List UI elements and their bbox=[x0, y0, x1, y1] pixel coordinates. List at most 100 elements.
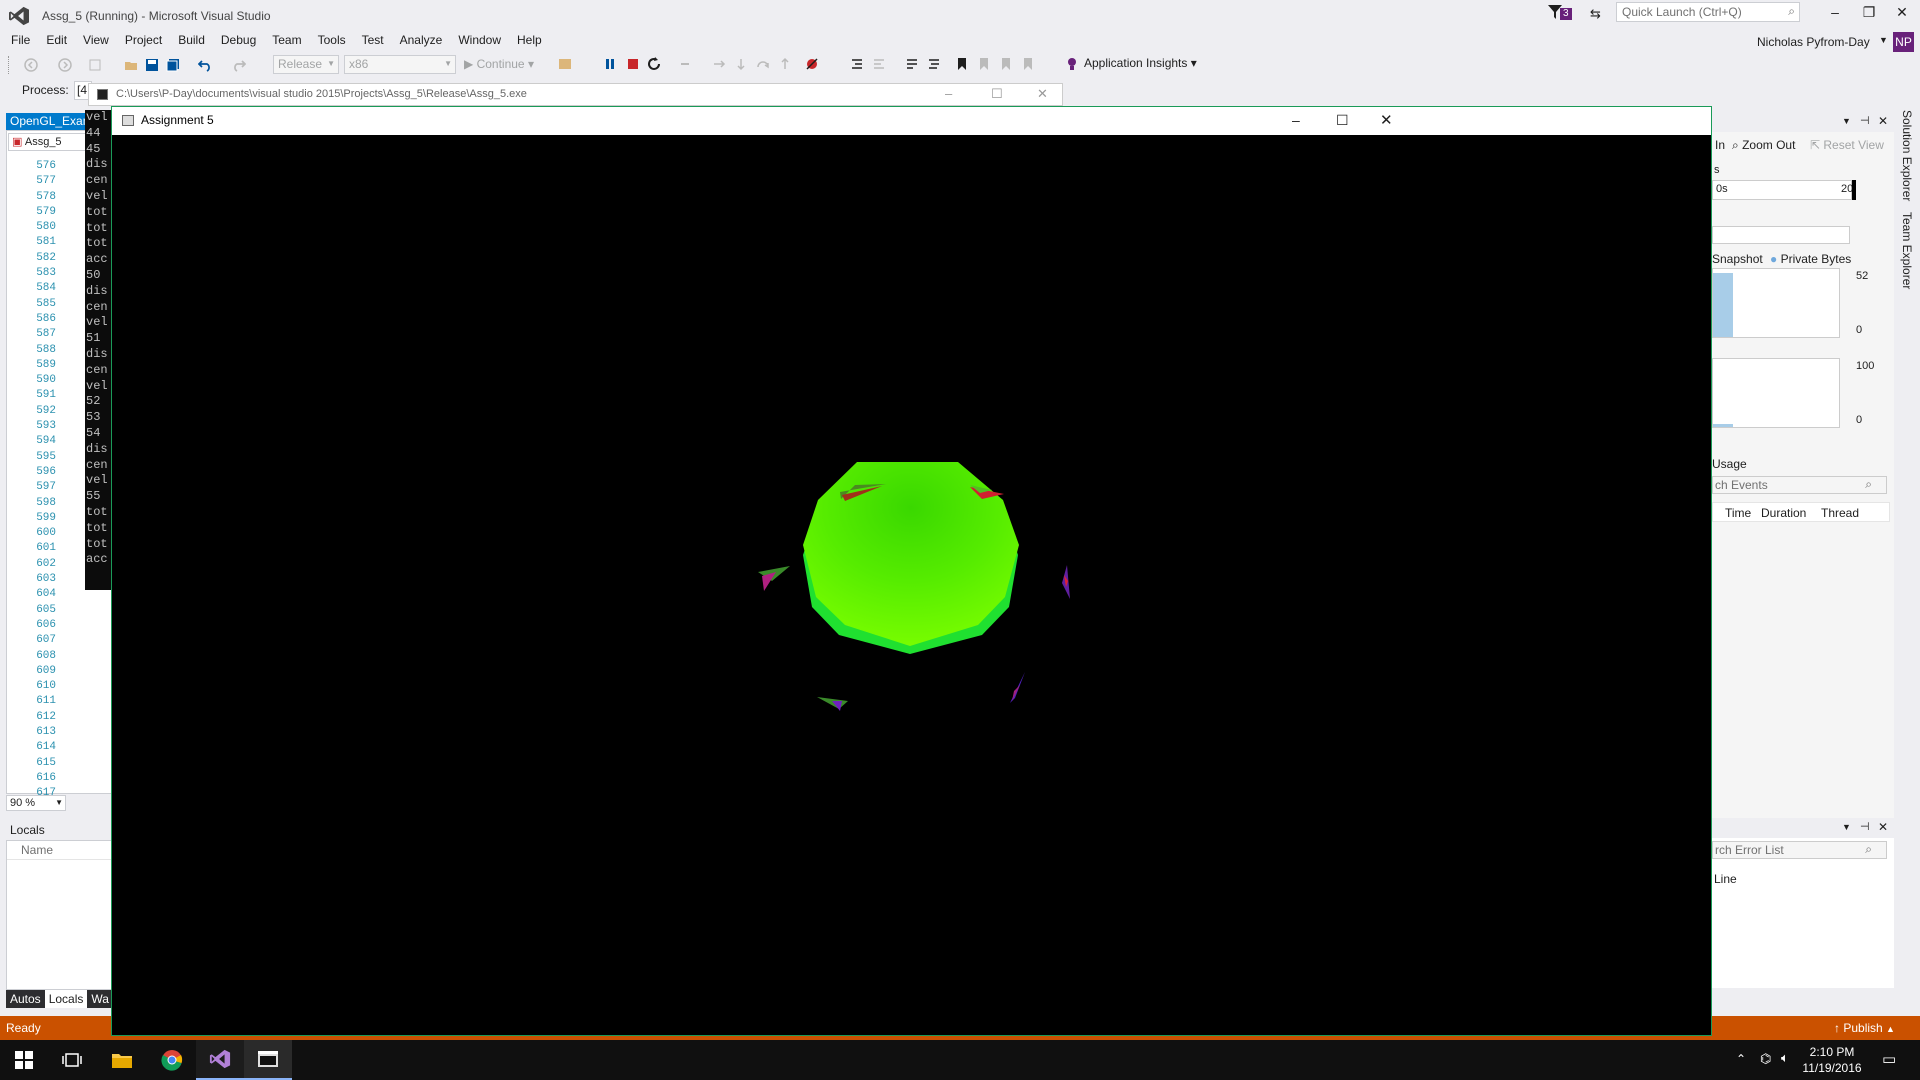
pin-icon[interactable]: ⊣ bbox=[1860, 114, 1870, 127]
prev-bookmark-icon[interactable] bbox=[977, 57, 991, 71]
file-explorer-button[interactable] bbox=[98, 1040, 146, 1080]
line-number: 595 bbox=[36, 450, 56, 463]
stop-debugging-icon[interactable] bbox=[626, 57, 640, 71]
menu-test[interactable]: Test bbox=[354, 30, 392, 50]
clear-bookmarks-icon[interactable] bbox=[1021, 57, 1035, 71]
menu-project[interactable]: Project bbox=[117, 30, 170, 50]
quick-launch-input[interactable]: Quick Launch (Ctrl+Q) ⌕ bbox=[1616, 2, 1800, 22]
tab-autos[interactable]: Autos bbox=[6, 990, 45, 1008]
step-into-icon[interactable] bbox=[712, 57, 726, 71]
app-taskbar-button[interactable] bbox=[244, 1040, 292, 1080]
tab-solution-explorer[interactable]: Solution Explorer bbox=[1900, 110, 1914, 201]
console-line: dis bbox=[86, 283, 108, 298]
column-duration[interactable]: Duration bbox=[1761, 506, 1806, 520]
visual-studio-taskbar-button[interactable] bbox=[196, 1040, 244, 1080]
back-icon[interactable] bbox=[24, 58, 38, 72]
outdent-icon[interactable] bbox=[872, 57, 886, 71]
bookmark-icon[interactable] bbox=[955, 57, 969, 71]
close-icon[interactable]: ✕ bbox=[1878, 820, 1888, 834]
redo-icon[interactable] bbox=[232, 58, 246, 72]
console-maximize-button[interactable]: ☐ bbox=[991, 86, 1003, 102]
timeline-ruler[interactable]: 0s 20 bbox=[1712, 180, 1853, 200]
step-over-icon[interactable] bbox=[734, 57, 748, 71]
close-icon[interactable]: ✕ bbox=[1878, 114, 1888, 128]
avatar[interactable]: NP bbox=[1893, 32, 1914, 52]
app-minimize-button[interactable]: – bbox=[1292, 112, 1300, 128]
pin-icon[interactable]: ⊣ bbox=[1860, 820, 1870, 833]
menu-tools[interactable]: Tools bbox=[310, 30, 354, 50]
step-out-icon[interactable] bbox=[756, 57, 770, 71]
menu-window[interactable]: Window bbox=[450, 30, 509, 50]
zoom-in-button[interactable]: In bbox=[1715, 138, 1725, 152]
volume-icon[interactable]: 🔈︎ bbox=[1781, 1050, 1789, 1066]
debug-target-icon[interactable] bbox=[558, 57, 572, 71]
save-all-icon[interactable] bbox=[166, 58, 180, 72]
menu-file[interactable]: File bbox=[3, 30, 38, 50]
tab-watch[interactable]: Wa bbox=[87, 990, 113, 1008]
dropdown-icon[interactable]: ▼ bbox=[1842, 116, 1851, 126]
forward-icon[interactable] bbox=[58, 58, 72, 72]
zoom-select[interactable]: 90 % ▼ bbox=[6, 795, 66, 811]
menu-edit[interactable]: Edit bbox=[38, 30, 75, 50]
cpu-graph[interactable] bbox=[1712, 358, 1840, 428]
zoom-out-button[interactable]: ⌕ Zoom Out bbox=[1732, 138, 1795, 153]
action-center-icon[interactable]: ▭ bbox=[1882, 1050, 1896, 1068]
menu-build[interactable]: Build bbox=[170, 30, 213, 50]
user-name[interactable]: Nicholas Pyfrom-Day bbox=[1757, 35, 1870, 49]
app-close-button[interactable]: ✕ bbox=[1380, 111, 1393, 129]
menu-analyze[interactable]: Analyze bbox=[392, 30, 451, 50]
menu-view[interactable]: View bbox=[75, 30, 117, 50]
console-close-button[interactable]: ✕ bbox=[1037, 86, 1048, 102]
platform-select[interactable]: x86 ▼ bbox=[344, 55, 456, 74]
reset-view-button[interactable]: ⇱ Reset View bbox=[1810, 138, 1884, 152]
timeline-cursor[interactable] bbox=[1852, 180, 1856, 200]
solution-config-select[interactable]: Release ▼ bbox=[273, 55, 339, 74]
show-next-statement-icon[interactable] bbox=[678, 57, 692, 71]
search-events-input[interactable]: ch Events ⌕ bbox=[1712, 476, 1887, 494]
notifications-icon[interactable]: ⇆ bbox=[1590, 6, 1601, 22]
user-dropdown-icon[interactable]: ▼ bbox=[1879, 35, 1888, 45]
vs-restore-button[interactable]: ❐ bbox=[1854, 4, 1884, 21]
menu-debug[interactable]: Debug bbox=[213, 30, 264, 50]
application-insights-button[interactable]: Application Insights ▾ bbox=[1084, 56, 1197, 70]
undo-icon[interactable] bbox=[198, 58, 212, 72]
network-icon[interactable]: ⌬ bbox=[1760, 1051, 1771, 1067]
memory-graph[interactable] bbox=[1712, 268, 1840, 338]
tab-team-explorer[interactable]: Team Explorer bbox=[1900, 212, 1914, 289]
show-hidden-icons-icon[interactable]: ⌃ bbox=[1736, 1052, 1746, 1066]
start-button[interactable] bbox=[0, 1040, 48, 1080]
task-view-button[interactable] bbox=[48, 1040, 96, 1080]
dropdown-icon[interactable]: ▼ bbox=[1842, 822, 1851, 832]
application-insights-icon[interactable] bbox=[1065, 57, 1079, 71]
publish-button[interactable]: ↑ Publish ▲ bbox=[1834, 1021, 1895, 1035]
break-all-icon[interactable] bbox=[603, 57, 617, 71]
locals-column-name[interactable]: Name bbox=[7, 841, 113, 860]
column-time[interactable]: Time bbox=[1725, 506, 1751, 520]
uncomment-icon[interactable] bbox=[927, 57, 941, 71]
step-up-icon[interactable] bbox=[778, 57, 792, 71]
line-number: 610 bbox=[36, 680, 56, 693]
menu-help[interactable]: Help bbox=[509, 30, 550, 50]
indent-icon[interactable] bbox=[850, 57, 864, 71]
next-bookmark-icon[interactable] bbox=[999, 57, 1013, 71]
vs-close-button[interactable]: ✕ bbox=[1887, 4, 1917, 21]
console-minimize-button[interactable]: – bbox=[945, 86, 952, 101]
breakpoint-disable-icon[interactable] bbox=[805, 57, 819, 71]
continue-button[interactable]: ▶ Continue ▾ bbox=[464, 57, 534, 71]
search-error-list-input[interactable]: rch Error List ⌕ bbox=[1712, 841, 1887, 859]
tab-locals[interactable]: Locals bbox=[44, 990, 88, 1008]
open-file-icon[interactable] bbox=[124, 58, 138, 72]
column-thread[interactable]: Thread bbox=[1821, 506, 1859, 520]
system-clock[interactable]: 2:10 PM 11/19/2016 bbox=[1796, 1044, 1868, 1076]
app-maximize-button[interactable]: ☐ bbox=[1336, 112, 1349, 129]
comment-icon[interactable] bbox=[905, 57, 919, 71]
column-line[interactable]: Line bbox=[1714, 872, 1737, 886]
feedback-filter-icon[interactable]: 3 bbox=[1548, 5, 1574, 23]
vs-minimize-button[interactable]: – bbox=[1820, 4, 1850, 20]
menu-team[interactable]: Team bbox=[264, 30, 309, 50]
save-icon[interactable] bbox=[145, 58, 159, 72]
restart-icon[interactable] bbox=[647, 57, 661, 71]
new-project-icon[interactable] bbox=[88, 58, 102, 72]
chrome-button[interactable] bbox=[148, 1040, 196, 1080]
legend-snapshot: Snapshot bbox=[1712, 252, 1763, 266]
